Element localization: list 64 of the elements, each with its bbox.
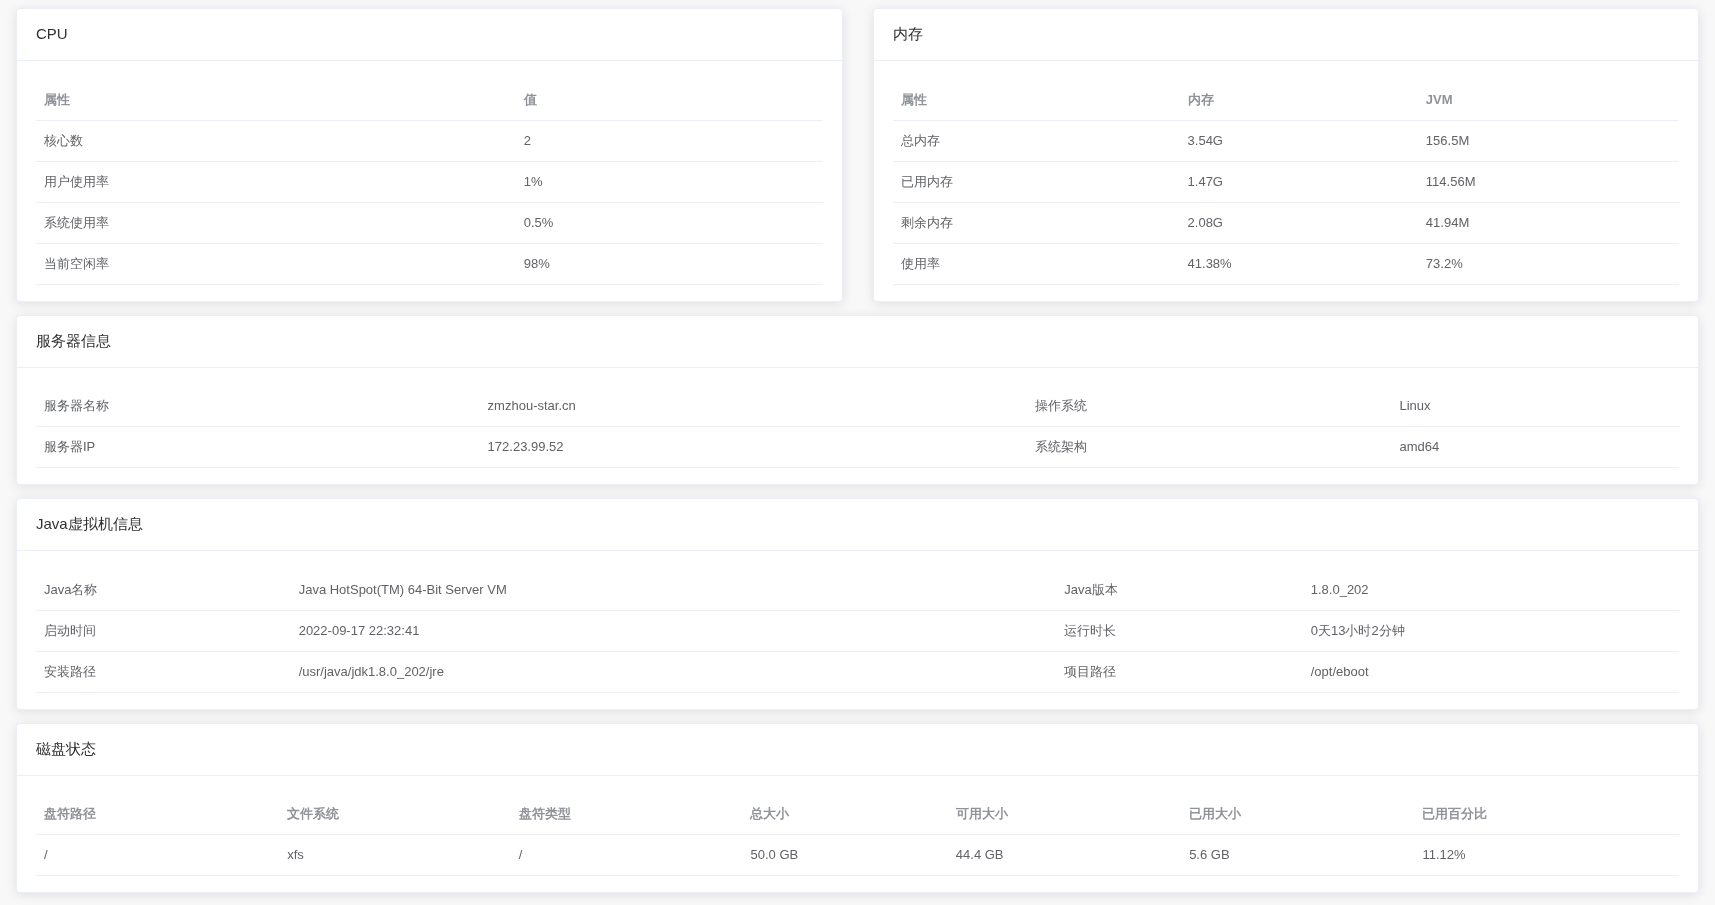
column-header: 文件系统 — [287, 806, 340, 821]
card-title: 内存 — [892, 24, 923, 45]
table-cell: amd64 — [1399, 439, 1440, 455]
table-cell: 项目路径 — [1064, 663, 1117, 679]
table-cell: Java名称 — [44, 581, 98, 597]
column-header: 盘符路径 — [44, 806, 96, 821]
column-header: JVM — [1425, 91, 1453, 107]
table-cell: 41.38% — [1187, 255, 1232, 271]
table-cell: 剩余内存 — [900, 214, 953, 230]
column-header: 总大小 — [750, 806, 790, 821]
table-cell: 用户使用率 — [44, 173, 109, 189]
table-cell: /usr/java/jdk1.8.0_202/jre — [298, 663, 444, 679]
table-cell: 50.0 GB — [750, 847, 799, 863]
table-cell: 73.2% — [1425, 255, 1463, 271]
table-cell: 服务器IP — [44, 439, 96, 455]
column-header: 已用百分比 — [1422, 806, 1488, 821]
table-cell: 5.6 GB — [1189, 847, 1230, 863]
table-cell: 98% — [523, 255, 550, 271]
column-header: 内存 — [1187, 91, 1214, 107]
column-header: 已用大小 — [1189, 806, 1242, 821]
table-cell: 1% — [523, 173, 543, 189]
table-cell: 使用率 — [900, 255, 940, 271]
table-cell: 2.08G — [1187, 214, 1223, 230]
table-cell: 操作系统 — [1034, 398, 1087, 413]
column-header: 属性 — [900, 91, 927, 107]
card-title: Java虚拟机信息 — [36, 514, 143, 535]
table-cell: 3.54G — [1187, 132, 1223, 148]
table-cell: 2022-09-17 22:32:41 — [298, 622, 420, 638]
table-cell: 系统架构 — [1034, 439, 1087, 455]
table-cell: xfs — [287, 847, 304, 863]
table-cell: 核心数 — [44, 132, 83, 148]
table-cell: 当前空闲率 — [44, 255, 109, 271]
table-cell: 114.56M — [1425, 173, 1476, 189]
table-cell: 服务器名称 — [44, 398, 109, 413]
table-cell: 0.5% — [523, 214, 554, 230]
table-cell: 1.8.0_202 — [1310, 581, 1369, 597]
table-cell: 已用内存 — [900, 173, 953, 189]
table-cell: Java HotSpot(TM) 64-Bit Server VM — [298, 581, 507, 597]
table-cell: / — [518, 847, 523, 863]
table-cell: 运行时长 — [1064, 622, 1117, 638]
card-title: 服务器信息 — [36, 330, 111, 351]
table-cell: 安装路径 — [44, 663, 96, 679]
card-title: CPU — [36, 24, 68, 45]
column-header: 可用大小 — [955, 806, 1008, 821]
table-cell: 172.23.99.52 — [487, 439, 564, 455]
card-title: 磁盘状态 — [36, 738, 96, 759]
column-header: 属性 — [44, 91, 70, 107]
table-cell: Linux — [1399, 398, 1431, 413]
column-header: 盘符类型 — [518, 806, 571, 821]
table-cell: 41.94M — [1425, 214, 1470, 230]
table-cell: 系统使用率 — [44, 214, 109, 230]
table-cell: 0天13小时2分钟 — [1310, 622, 1405, 638]
table-cell: 156.5M — [1425, 132, 1470, 148]
table-cell: 启动时间 — [44, 622, 96, 638]
table-cell: Java版本 — [1064, 581, 1118, 597]
table-cell: zmzhou-star.cn — [487, 398, 576, 413]
column-header: 值 — [523, 91, 537, 107]
table-cell: 44.4 GB — [955, 847, 1004, 863]
table-cell: / — [44, 847, 48, 863]
table-cell: 2 — [523, 132, 531, 148]
table-cell: 11.12% — [1422, 847, 1466, 863]
table-cell: /opt/eboot — [1310, 663, 1369, 679]
table-cell: 总内存 — [900, 132, 940, 148]
table-cell: 1.47G — [1187, 173, 1223, 189]
